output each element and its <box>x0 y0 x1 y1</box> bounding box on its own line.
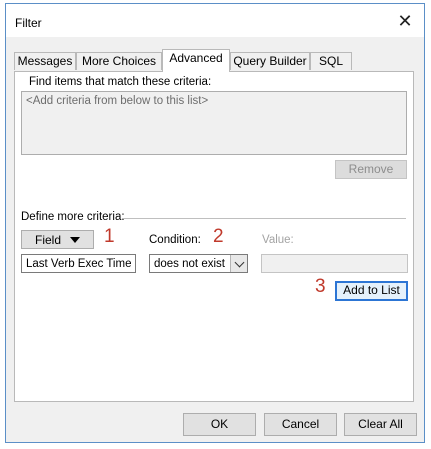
tab-query-builder[interactable]: Query Builder <box>230 52 310 70</box>
step-marker-2: 2 <box>213 226 224 247</box>
tab-more-choices[interactable]: More Choices <box>76 52 162 70</box>
dialog-client-area: Messages More Choices Advanced Query Bui… <box>6 37 424 442</box>
remove-button[interactable]: Remove <box>335 160 407 179</box>
advanced-tab-panel: Find items that match these criteria: <A… <box>14 71 414 402</box>
clear-all-button[interactable]: Clear All <box>344 413 417 436</box>
criteria-placeholder: <Add criteria from below to this list> <box>26 95 209 107</box>
value-label: Value: <box>262 234 294 246</box>
dropdown-arrow-icon <box>70 236 80 243</box>
tab-messages[interactable]: Messages <box>14 52 76 70</box>
chevron-down-icon <box>234 257 244 267</box>
add-to-list-button[interactable]: Add to List <box>335 281 408 301</box>
condition-value: does not exist <box>154 258 225 270</box>
value-input[interactable] <box>261 254 408 273</box>
dialog-title: Filter <box>15 16 42 30</box>
condition-dropdown-button[interactable] <box>230 255 247 272</box>
tab-sql[interactable]: SQL <box>310 52 352 70</box>
filter-dialog: Filter ✕ Messages More Choices Advanced … <box>5 3 425 443</box>
find-items-label: Find items that match these criteria: <box>29 76 212 88</box>
condition-label: Condition: <box>149 234 201 246</box>
cancel-button[interactable]: Cancel <box>264 413 337 436</box>
close-icon[interactable]: ✕ <box>396 12 414 30</box>
define-criteria-label: Define more criteria: <box>21 211 125 223</box>
field-button-label: Field <box>34 232 61 247</box>
field-name-input[interactable]: Last Verb Exec Time <box>21 254 136 273</box>
tab-advanced[interactable]: Advanced <box>162 49 230 72</box>
step-marker-3: 3 <box>315 276 326 297</box>
step-marker-1: 1 <box>104 226 115 247</box>
section-divider <box>122 218 406 219</box>
ok-button[interactable]: OK <box>183 413 256 436</box>
condition-select[interactable]: does not exist <box>149 254 248 273</box>
criteria-list[interactable]: <Add criteria from below to this list> <box>21 91 407 155</box>
field-button[interactable]: Field <box>21 230 94 249</box>
